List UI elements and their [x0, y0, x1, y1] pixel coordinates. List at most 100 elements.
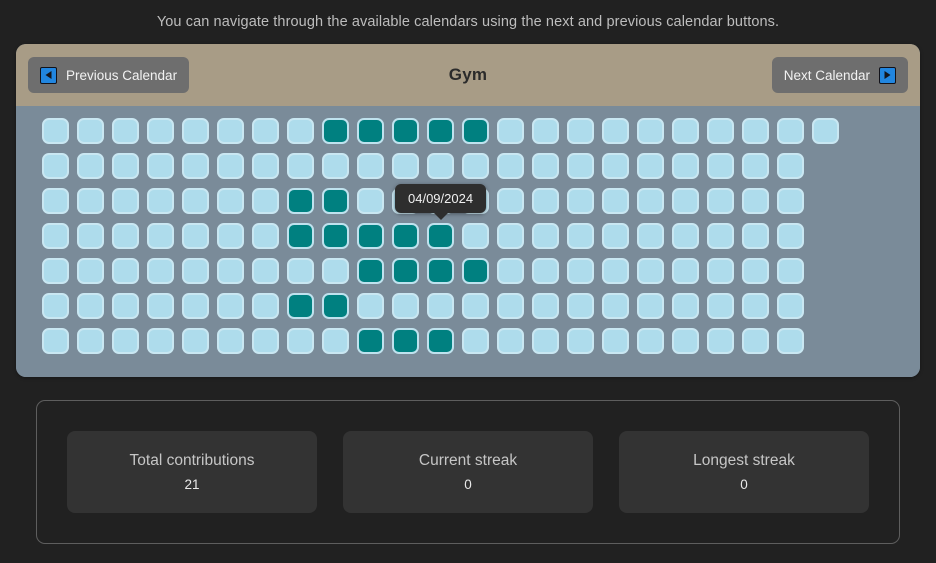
calendar-day-cell[interactable] [672, 328, 699, 354]
calendar-day-cell[interactable] [182, 118, 209, 144]
calendar-day-cell[interactable] [322, 223, 349, 249]
calendar-day-cell[interactable] [112, 188, 139, 214]
calendar-day-cell[interactable] [287, 293, 314, 319]
calendar-day-cell[interactable] [287, 188, 314, 214]
calendar-day-cell[interactable] [532, 223, 559, 249]
calendar-day-cell[interactable] [497, 223, 524, 249]
calendar-day-cell[interactable] [112, 153, 139, 179]
calendar-day-cell[interactable] [532, 188, 559, 214]
calendar-day-cell[interactable] [707, 293, 734, 319]
calendar-day-cell[interactable] [742, 293, 769, 319]
calendar-day-cell[interactable] [42, 293, 69, 319]
calendar-day-cell[interactable] [42, 328, 69, 354]
calendar-day-cell[interactable] [637, 118, 664, 144]
calendar-day-cell[interactable] [672, 188, 699, 214]
calendar-day-cell[interactable] [427, 258, 454, 284]
previous-calendar-button[interactable]: Previous Calendar [28, 57, 189, 93]
calendar-day-cell[interactable] [672, 223, 699, 249]
calendar-day-cell[interactable] [182, 223, 209, 249]
calendar-day-cell[interactable] [777, 258, 804, 284]
calendar-day-cell[interactable] [427, 223, 454, 249]
calendar-day-cell[interactable] [497, 293, 524, 319]
calendar-day-cell[interactable] [672, 258, 699, 284]
calendar-day-cell[interactable] [322, 328, 349, 354]
calendar-day-cell[interactable] [777, 223, 804, 249]
calendar-day-cell[interactable] [672, 153, 699, 179]
calendar-day-cell[interactable] [812, 118, 839, 144]
calendar-day-cell[interactable] [567, 328, 594, 354]
calendar-day-cell[interactable] [42, 153, 69, 179]
calendar-day-cell[interactable] [637, 293, 664, 319]
calendar-day-cell[interactable] [567, 153, 594, 179]
calendar-day-cell[interactable] [707, 188, 734, 214]
calendar-day-cell[interactable] [532, 328, 559, 354]
calendar-day-cell[interactable] [147, 293, 174, 319]
calendar-day-cell[interactable] [322, 188, 349, 214]
calendar-day-cell[interactable] [602, 258, 629, 284]
calendar-day-cell[interactable] [427, 188, 454, 214]
calendar-day-cell[interactable] [462, 153, 489, 179]
calendar-day-cell[interactable] [182, 328, 209, 354]
calendar-day-cell[interactable] [532, 293, 559, 319]
calendar-day-cell[interactable] [147, 188, 174, 214]
calendar-day-cell[interactable] [567, 258, 594, 284]
calendar-day-cell[interactable] [777, 188, 804, 214]
calendar-day-cell[interactable] [287, 118, 314, 144]
calendar-day-cell[interactable] [322, 118, 349, 144]
calendar-day-cell[interactable] [42, 118, 69, 144]
calendar-day-cell[interactable] [77, 223, 104, 249]
calendar-day-cell[interactable] [392, 258, 419, 284]
calendar-day-cell[interactable] [462, 328, 489, 354]
calendar-day-cell[interactable] [427, 293, 454, 319]
calendar-day-cell[interactable] [357, 328, 384, 354]
calendar-day-cell[interactable] [322, 293, 349, 319]
calendar-day-cell[interactable] [602, 153, 629, 179]
calendar-day-cell[interactable] [147, 153, 174, 179]
calendar-day-cell[interactable] [147, 223, 174, 249]
calendar-day-cell[interactable] [497, 153, 524, 179]
calendar-day-cell[interactable] [707, 223, 734, 249]
calendar-day-cell[interactable] [182, 153, 209, 179]
calendar-day-cell[interactable] [532, 118, 559, 144]
calendar-day-cell[interactable] [357, 258, 384, 284]
calendar-day-cell[interactable] [497, 328, 524, 354]
calendar-day-cell[interactable] [602, 293, 629, 319]
calendar-day-cell[interactable] [77, 188, 104, 214]
calendar-day-cell[interactable] [742, 153, 769, 179]
calendar-day-cell[interactable] [392, 153, 419, 179]
calendar-day-cell[interactable] [637, 188, 664, 214]
calendar-day-cell[interactable] [322, 153, 349, 179]
calendar-day-cell[interactable] [602, 118, 629, 144]
calendar-day-cell[interactable] [77, 328, 104, 354]
calendar-day-cell[interactable] [392, 118, 419, 144]
calendar-day-cell[interactable] [777, 153, 804, 179]
calendar-day-cell[interactable] [217, 188, 244, 214]
calendar-day-cell[interactable] [42, 258, 69, 284]
calendar-day-cell[interactable] [672, 118, 699, 144]
calendar-day-cell[interactable] [427, 153, 454, 179]
calendar-day-cell[interactable] [287, 223, 314, 249]
calendar-day-cell[interactable] [287, 328, 314, 354]
calendar-day-cell[interactable] [777, 293, 804, 319]
calendar-day-cell[interactable] [462, 258, 489, 284]
calendar-day-cell[interactable] [42, 188, 69, 214]
calendar-day-cell[interactable] [462, 118, 489, 144]
calendar-day-cell[interactable] [637, 258, 664, 284]
calendar-day-cell[interactable] [217, 293, 244, 319]
calendar-day-cell[interactable] [252, 328, 279, 354]
calendar-day-cell[interactable] [672, 293, 699, 319]
calendar-day-cell[interactable] [182, 258, 209, 284]
calendar-day-cell[interactable] [112, 118, 139, 144]
calendar-day-cell[interactable] [707, 118, 734, 144]
calendar-day-cell[interactable] [532, 258, 559, 284]
calendar-day-cell[interactable] [742, 188, 769, 214]
calendar-day-cell[interactable] [217, 223, 244, 249]
calendar-day-cell[interactable] [707, 153, 734, 179]
calendar-day-cell[interactable] [707, 328, 734, 354]
calendar-day-cell[interactable] [637, 223, 664, 249]
calendar-day-cell[interactable] [147, 328, 174, 354]
calendar-day-cell[interactable] [112, 293, 139, 319]
calendar-day-cell[interactable] [252, 153, 279, 179]
calendar-day-cell[interactable] [357, 153, 384, 179]
calendar-day-cell[interactable] [252, 293, 279, 319]
